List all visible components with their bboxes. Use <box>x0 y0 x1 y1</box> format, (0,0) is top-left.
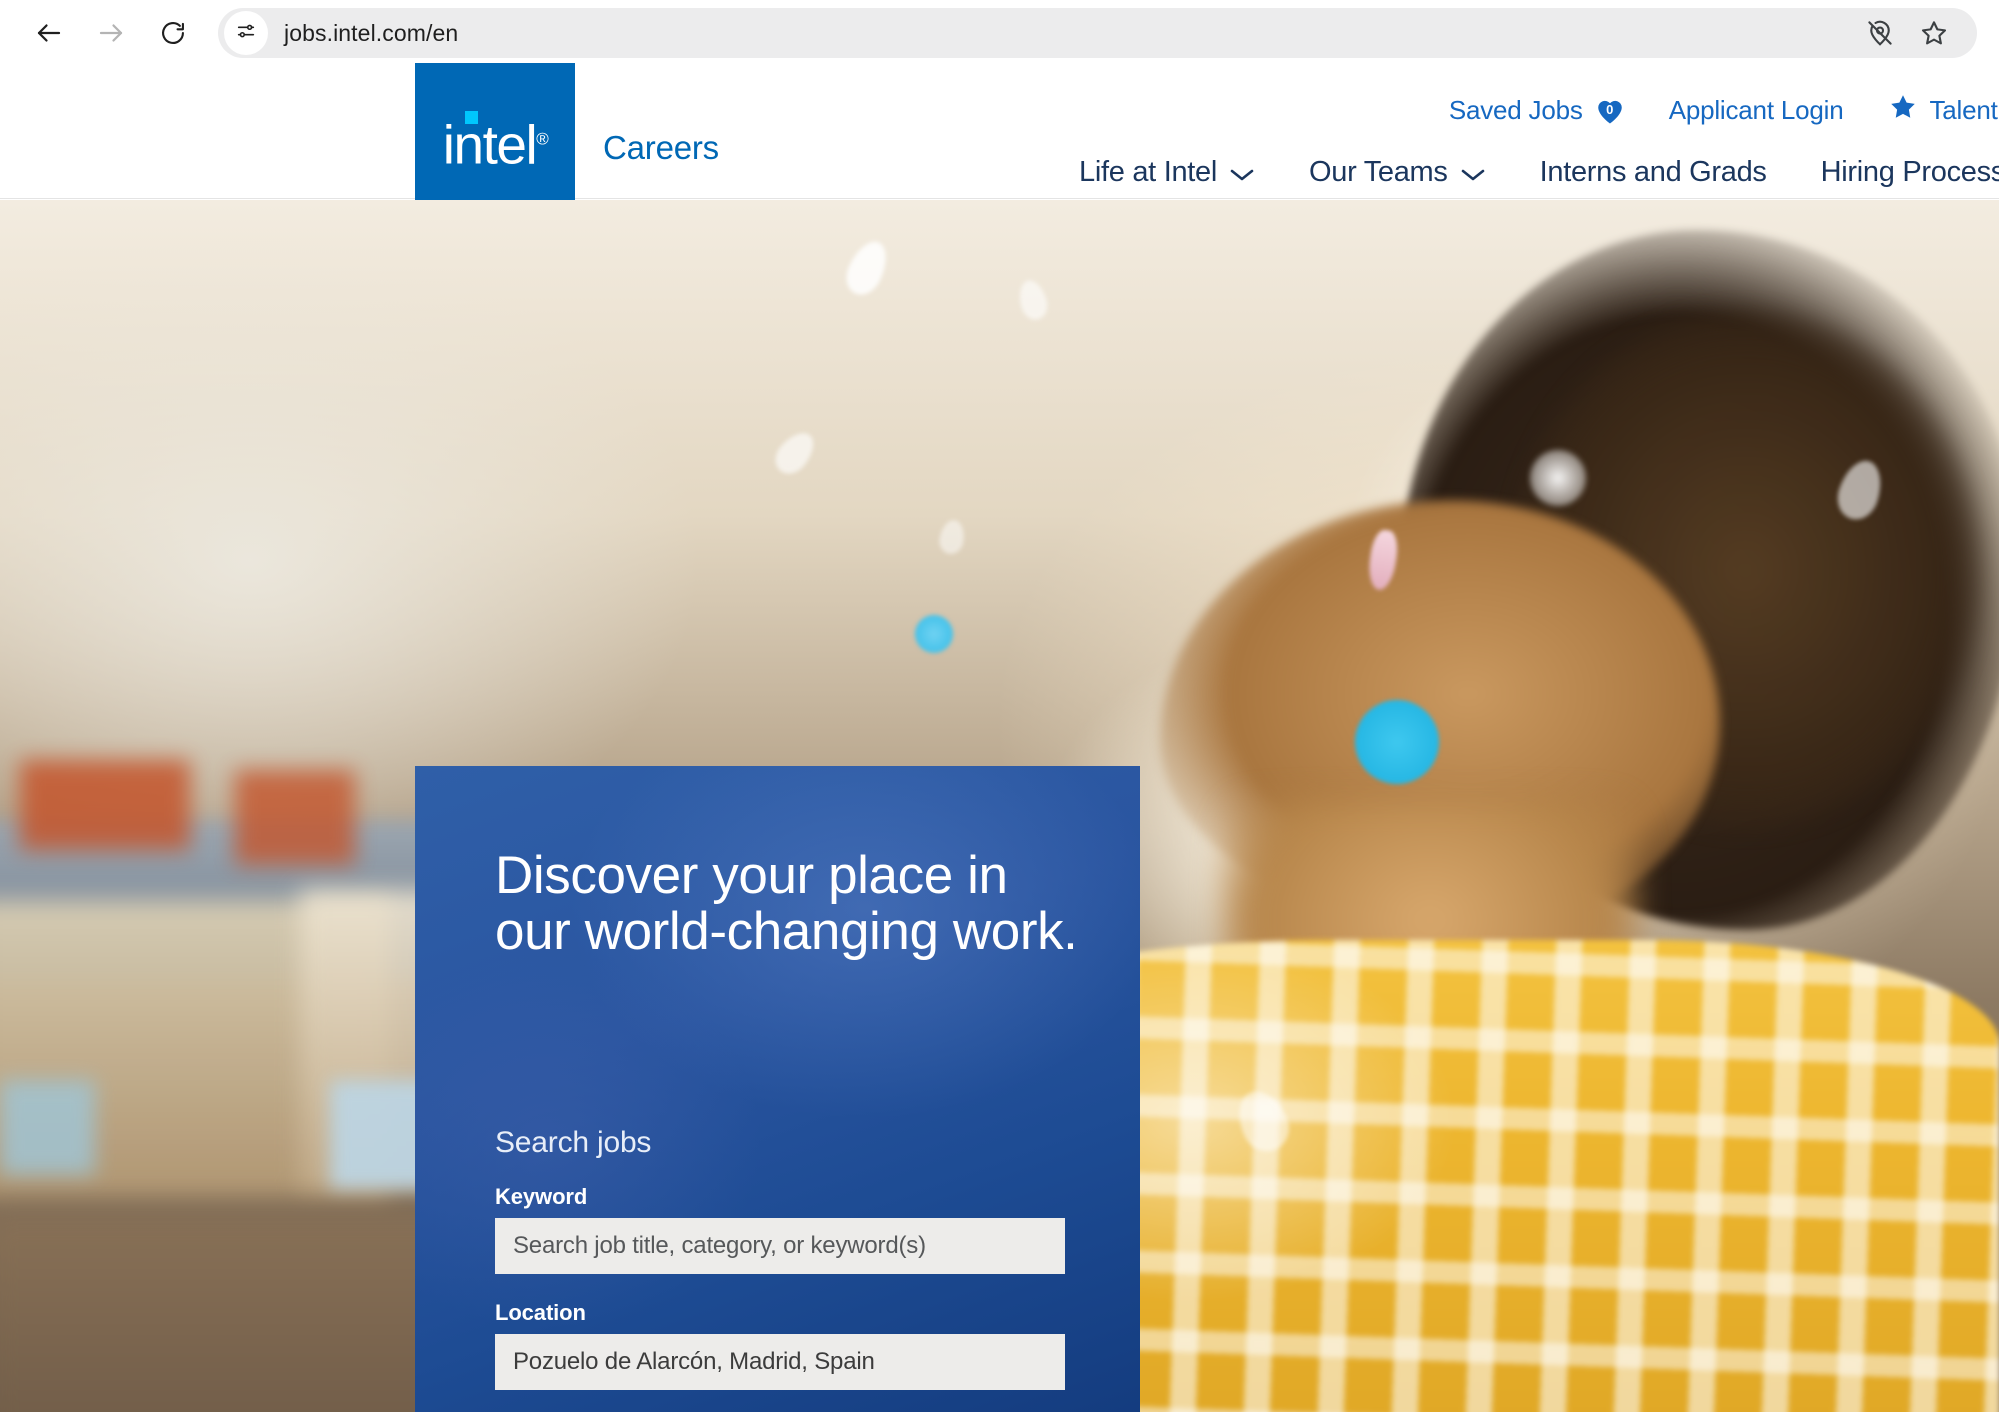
forward-arrow-icon <box>96 18 126 48</box>
nav-item-life-at-intel[interactable]: Life at Intel <box>1079 154 1255 191</box>
nav-item-label: Hiring Process <box>1820 156 1999 188</box>
back-button[interactable] <box>22 6 76 60</box>
tune-settings-icon <box>235 20 257 47</box>
site-header: intel® Careers Saved Jobs 0 Applicant Lo… <box>0 63 1999 223</box>
reload-button[interactable] <box>146 6 200 60</box>
brand-lockup[interactable]: intel® Careers <box>415 63 719 223</box>
nav-item-label: Life at Intel <box>1079 156 1218 188</box>
nav-item-interns-and-grads[interactable]: Interns and Grads <box>1540 156 1767 189</box>
hero-photo-city-detail <box>20 760 190 850</box>
hero-section: Discover your place in our world-changin… <box>0 200 1999 1412</box>
location-label: Location <box>495 1300 586 1325</box>
location-input[interactable] <box>495 1334 1065 1390</box>
utility-link-saved-jobs[interactable]: Saved Jobs 0 <box>1449 95 1625 126</box>
saved-jobs-badge: 0 <box>1595 97 1625 125</box>
nav-item-label: Our Teams <box>1309 156 1448 188</box>
utility-link-talent-community[interactable]: Talent Com <box>1888 92 1999 129</box>
utility-link-label: Saved Jobs <box>1448 95 1583 125</box>
hero-photo-bokeh <box>915 615 953 653</box>
hero-title: Discover your place in our world-changin… <box>495 846 1078 962</box>
chevron-down-icon <box>1460 158 1486 191</box>
hero-photo-bokeh <box>1530 450 1586 506</box>
hero-subtitle: Search jobs <box>495 1126 652 1159</box>
utility-link-applicant-login[interactable]: Applicant Login <box>1669 95 1844 126</box>
forward-button[interactable] <box>84 6 138 60</box>
address-bar[interactable]: jobs.intel.com/en <box>218 8 1977 58</box>
main-nav: Life at Intel Our Teams Interns and Grad… <box>1079 154 1999 191</box>
keyword-label: Keyword <box>495 1184 588 1209</box>
intel-wordmark-text: intel <box>442 113 538 176</box>
hero-search-card: Discover your place in our world-changin… <box>415 766 1140 1412</box>
star-icon <box>1888 92 1918 129</box>
keyword-input[interactable] <box>495 1218 1065 1274</box>
intel-logo[interactable]: intel® <box>415 63 575 223</box>
back-arrow-icon <box>34 18 64 48</box>
saved-jobs-count: 0 <box>1606 101 1614 117</box>
nav-item-our-teams[interactable]: Our Teams <box>1309 154 1486 191</box>
intel-registered-mark: ® <box>536 129 549 149</box>
utility-link-label: Talent Com <box>1929 95 1999 125</box>
location-blocked-icon[interactable] <box>1865 18 1895 48</box>
url-text: jobs.intel.com/en <box>284 19 459 46</box>
hero-photo-bokeh <box>1355 700 1439 784</box>
bookmark-star-icon[interactable] <box>1919 18 1949 48</box>
hero-photo-portrait <box>768 200 1999 1412</box>
browser-toolbar: jobs.intel.com/en <box>0 0 1999 66</box>
utility-link-label: Applicant Login <box>1668 95 1844 125</box>
intel-wordmark: intel® <box>415 117 575 173</box>
hero-photo-city-detail <box>235 770 355 865</box>
nav-item-label: Interns and Grads <box>1539 156 1767 188</box>
nav-item-hiring-process[interactable]: Hiring Process <box>1821 156 1999 189</box>
site-info-button[interactable] <box>224 11 268 55</box>
hero-photo-city-detail <box>0 1080 95 1175</box>
chevron-down-icon <box>1229 158 1255 191</box>
utility-nav: Saved Jobs 0 Applicant Login Talent Com <box>1449 92 1999 129</box>
brand-label: Careers <box>603 129 719 166</box>
reload-icon <box>159 19 187 47</box>
